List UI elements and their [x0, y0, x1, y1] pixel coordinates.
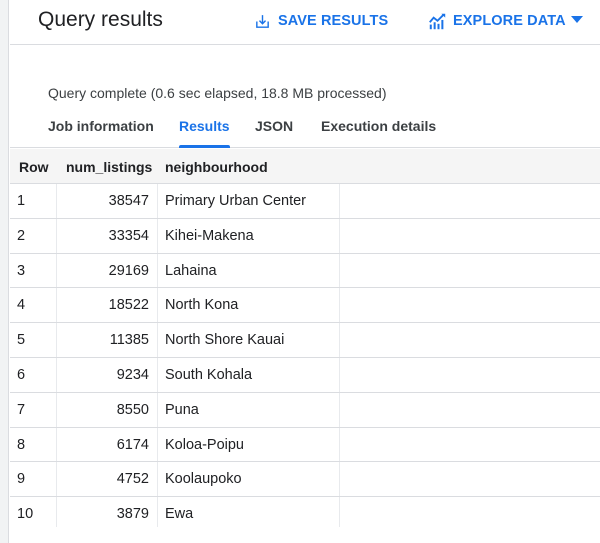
table-row: 1 38547 Primary Urban Center: [10, 184, 600, 219]
explore-data-button[interactable]: EXPLORE DATA: [428, 10, 566, 32]
explore-data-dropdown[interactable]: [570, 13, 584, 32]
empty-cell: [340, 462, 600, 496]
column-header-num-listings[interactable]: num_listings: [66, 159, 152, 175]
num-listings-cell: 9234: [57, 357, 158, 392]
num-listings-cell: 6174: [57, 427, 158, 462]
row-number-cell: 8: [10, 427, 57, 462]
num-listings-cell: 38547: [57, 184, 158, 218]
num-listings-cell: 33354: [57, 218, 158, 253]
tab-job-information[interactable]: Job information: [48, 118, 154, 148]
tab-json[interactable]: JSON: [255, 118, 293, 148]
table-row: 6 9234 South Kohala: [10, 357, 600, 393]
row-number-cell: 10: [10, 497, 57, 528]
table-row: 8 6174 Koloa-Poipu: [10, 427, 600, 463]
save-results-label: SAVE RESULTS: [278, 13, 389, 29]
table-row: 2 33354 Kihei-Makena: [10, 218, 600, 254]
table-row: 10 3879 Ewa: [10, 497, 600, 528]
neighbourhood-cell: Puna: [158, 392, 340, 427]
neighbourhood-cell: North Shore Kauai: [158, 323, 340, 357]
num-listings-cell: 3879: [57, 497, 158, 528]
row-number-cell: 1: [10, 184, 57, 218]
num-listings-cell: 18522: [57, 288, 158, 323]
row-number-cell: 4: [10, 288, 57, 323]
neighbourhood-cell: Primary Urban Center: [158, 184, 340, 218]
num-listings-cell: 8550: [57, 392, 158, 427]
row-number-cell: 5: [10, 323, 57, 357]
save-results-button[interactable]: SAVE RESULTS: [254, 10, 388, 32]
num-listings-cell: 29169: [57, 253, 158, 288]
row-number-cell: 6: [10, 357, 57, 392]
neighbourhood-cell: Lahaina: [158, 253, 340, 288]
empty-cell: [340, 184, 600, 218]
row-number-cell: 7: [10, 392, 57, 427]
empty-cell: [340, 219, 600, 253]
chart-icon: [428, 13, 453, 30]
tab-execution-details[interactable]: Execution details: [321, 118, 436, 148]
table-row: 3 29169 Lahaina: [10, 253, 600, 289]
table-body: 1 38547 Primary Urban Center 2 33354 Kih…: [10, 184, 600, 528]
results-header: Query results SAVE RESULTS EXPLORE DATA: [10, 0, 600, 45]
column-header-row[interactable]: Row: [19, 159, 49, 175]
empty-cell: [340, 497, 600, 527]
table-row: 9 4752 Koolaupoko: [10, 462, 600, 498]
empty-cell: [340, 288, 600, 322]
row-number-cell: 3: [10, 253, 57, 288]
empty-cell: [340, 393, 600, 427]
empty-cell: [340, 358, 600, 392]
left-side-strip: [0, 0, 9, 543]
results-tabs: Job information Results JSON Execution d…: [10, 110, 600, 148]
table-row: 5 11385 North Shore Kauai: [10, 323, 600, 358]
caret-down-icon: [570, 14, 584, 31]
table-row: 7 8550 Puna: [10, 392, 600, 428]
empty-cell: [340, 323, 600, 357]
num-listings-cell: 11385: [57, 323, 158, 357]
neighbourhood-cell: Koloa-Poipu: [158, 427, 340, 462]
empty-cell: [340, 254, 600, 288]
column-header-neighbourhood[interactable]: neighbourhood: [165, 159, 268, 175]
neighbourhood-cell: North Kona: [158, 288, 340, 323]
explore-data-label: EXPLORE DATA: [453, 13, 566, 29]
download-icon: [254, 13, 278, 30]
num-listings-cell: 4752: [57, 462, 158, 497]
row-number-cell: 9: [10, 462, 57, 497]
tab-results[interactable]: Results: [179, 118, 230, 148]
empty-cell: [340, 428, 600, 462]
row-number-cell: 2: [10, 218, 57, 253]
neighbourhood-cell: Koolaupoko: [158, 462, 340, 497]
page-title: Query results: [38, 8, 163, 31]
neighbourhood-cell: Kihei-Makena: [158, 218, 340, 253]
table-row: 4 18522 North Kona: [10, 288, 600, 324]
neighbourhood-cell: South Kohala: [158, 357, 340, 392]
results-table: Row num_listings neighbourhood 1 38547 P…: [10, 149, 600, 528]
table-header-row: Row num_listings neighbourhood: [10, 149, 600, 184]
query-status-text: Query complete (0.6 sec elapsed, 18.8 MB…: [48, 85, 387, 101]
query-results-panel: Query results SAVE RESULTS EXPLORE DATA: [10, 0, 600, 543]
neighbourhood-cell: Ewa: [158, 497, 340, 528]
